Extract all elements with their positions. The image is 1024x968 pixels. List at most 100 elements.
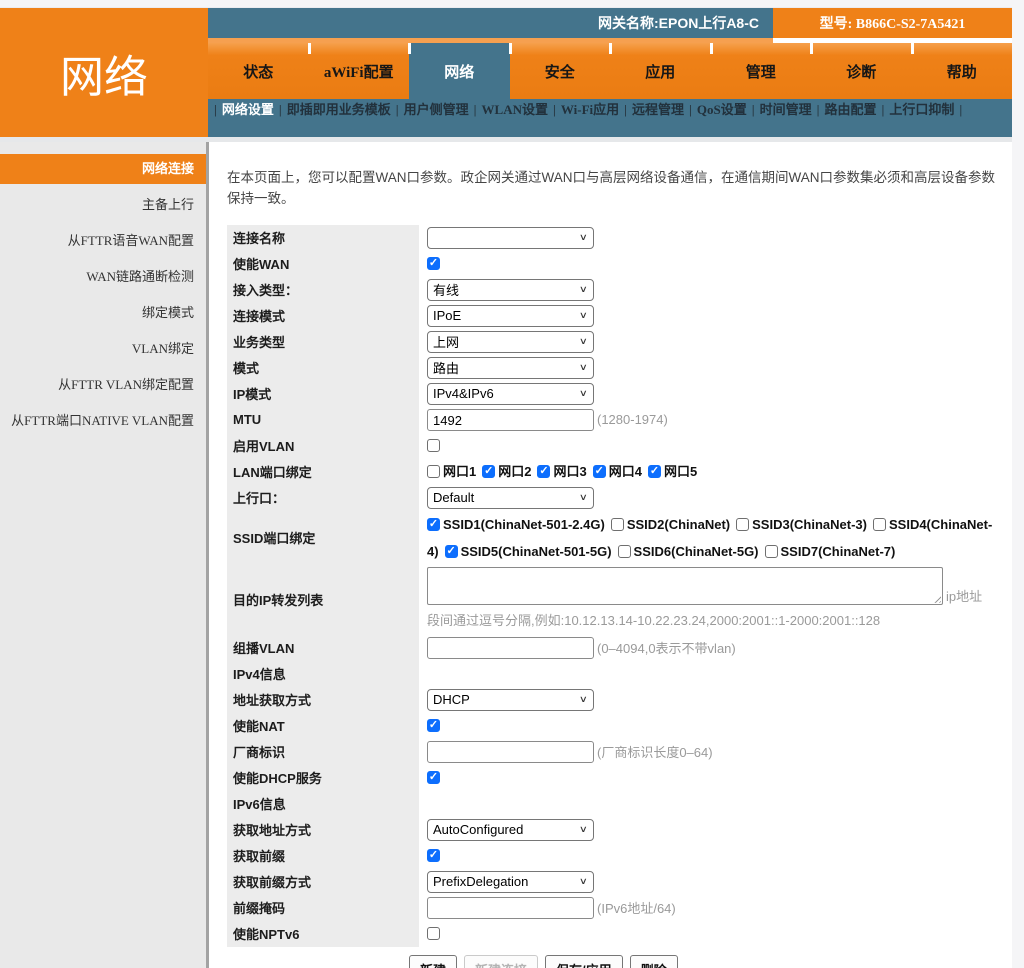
form-label-ipv4-info: IPv4信息 [227, 661, 419, 687]
form-label-ipv6-address-acquisition: 获取地址方式 [227, 817, 419, 843]
checkbox[interactable]: ✓ [482, 465, 495, 478]
form-row-connection-mode: 连接模式IPoE∨ [227, 303, 1012, 329]
sidebar-item-network-connection[interactable]: 网络连接 [0, 154, 206, 184]
prefix-acquisition-mode-select[interactable]: PrefixDelegation∨ [427, 871, 594, 893]
tab-application[interactable]: 应用 [610, 43, 711, 99]
checkbox[interactable] [873, 518, 886, 531]
subnav-item-wlan-settings[interactable]: WLAN设置 [482, 102, 548, 117]
ipv6-address-acquisition-select[interactable]: AutoConfigured∨ [427, 819, 594, 841]
action-bar: 新建新建连接保存/应用删除 [409, 955, 1012, 968]
save-apply-button[interactable]: 保存/应用 [545, 955, 623, 968]
vendor-id-input[interactable] [427, 741, 594, 763]
subnav-item-time-management[interactable]: 时间管理 [760, 102, 812, 117]
select-value: DHCP [433, 692, 470, 707]
prefix-mask-input[interactable] [427, 897, 594, 919]
lan-port-binding-option-3[interactable]: ✓网口3 [537, 464, 586, 479]
ssid-port-binding-option-1[interactable]: ✓SSID1(ChinaNet-501-2.4G) [427, 517, 605, 532]
connection-mode-select[interactable]: IPoE∨ [427, 305, 594, 327]
multicast-vlan-input[interactable] [427, 637, 594, 659]
lan-port-binding-option-4[interactable]: ✓网口4 [593, 464, 642, 479]
select-value: IPoE [433, 308, 461, 323]
checkbox[interactable] [765, 545, 778, 558]
tab-management[interactable]: 管理 [711, 43, 812, 99]
subnav-separator: | [752, 102, 755, 117]
sidebar-item-fttr-port-native-vlan-config[interactable]: 从FTTR端口NATIVE VLAN配置 [0, 406, 206, 436]
tab-network[interactable]: 网络 [409, 43, 510, 99]
option-label: 网口2 [498, 464, 531, 479]
enable-nptv6-checkbox[interactable] [427, 927, 440, 940]
form-label-ip-mode: IP模式 [227, 381, 419, 407]
ssid-port-binding-option-3[interactable]: SSID3(ChinaNet-3) [736, 517, 867, 532]
tab-diagnosis[interactable]: 诊断 [811, 43, 912, 99]
subnav-item-remote-management[interactable]: 远程管理 [632, 102, 684, 117]
sidebar-item-primary-backup-uplink[interactable]: 主备上行 [0, 190, 206, 220]
delete-button[interactable]: 删除 [630, 955, 678, 968]
checkbox[interactable]: ✓ [445, 545, 458, 558]
lan-port-binding-option-2[interactable]: ✓网口2 [482, 464, 531, 479]
checkbox[interactable]: ✓ [648, 465, 661, 478]
form-label-mtu: MTU [227, 407, 419, 433]
form-row-ipv6-info: IPv6信息 [227, 791, 1012, 817]
subnav-item-qos-settings[interactable]: QoS设置 [697, 102, 747, 117]
checkbox[interactable] [618, 545, 631, 558]
sidebar-item-fttr-voice-wan-config[interactable]: 从FTTR语音WAN配置 [0, 226, 206, 256]
ssid-port-binding-option-5[interactable]: ✓SSID5(ChinaNet-501-5G) [445, 544, 612, 559]
form-row-multicast-vlan: 组播VLAN(0–4094,0表示不带vlan) [227, 635, 1012, 661]
tab-status[interactable]: 状态 [208, 43, 309, 99]
subnav-item-network-settings[interactable]: 网络设置 [222, 102, 274, 117]
checkbox[interactable] [611, 518, 624, 531]
tab-bar: 状态aWiFi配置网络安全应用管理诊断帮助 [208, 43, 1012, 99]
enable-nat-checkbox[interactable]: ✓ [427, 719, 440, 732]
sidebar-item-fttr-vlan-binding-config[interactable]: 从FTTR VLAN绑定配置 [0, 370, 206, 400]
page-title: 网络 [0, 8, 208, 137]
acquire-prefix-checkbox[interactable]: ✓ [427, 849, 440, 862]
checkbox[interactable] [427, 465, 440, 478]
form-control-vendor-id: (厂商标识长度0–64) [419, 739, 1012, 765]
form-control-mode: 路由∨ [419, 355, 1012, 381]
subnav-separator: | [959, 102, 962, 117]
new-button[interactable]: 新建 [409, 955, 457, 968]
uplink-port-select[interactable]: Default∨ [427, 487, 594, 509]
multicast-vlan-hint: (0–4094,0表示不带vlan) [597, 638, 736, 657]
address-acquisition-select[interactable]: DHCP∨ [427, 689, 594, 711]
sidebar-item-binding-mode[interactable]: 绑定模式 [0, 298, 206, 328]
ssid-port-binding-option-2[interactable]: SSID2(ChinaNet) [611, 517, 730, 532]
mode-select[interactable]: 路由∨ [427, 357, 594, 379]
enable-vlan-checkbox[interactable] [427, 439, 440, 452]
chevron-down-icon: ∨ [579, 284, 588, 295]
form-row-ip-mode: IP模式 IPv4&IPv6∨ [227, 381, 1012, 407]
tab-security[interactable]: 安全 [510, 43, 611, 99]
subnav-item-plug-and-play-template[interactable]: 即插即用业务模板 [287, 102, 391, 117]
checkbox[interactable]: ✓ [593, 465, 606, 478]
subnav-item-user-side-management[interactable]: 用户侧管理 [404, 102, 469, 117]
tab-awifi-config[interactable]: aWiFi配置 [309, 43, 410, 99]
checkbox[interactable]: ✓ [427, 518, 440, 531]
checkbox[interactable] [736, 518, 749, 531]
form-row-prefix-mask: 前缀掩码(IPv6地址/64) [227, 895, 1012, 921]
form-control-ipv6-info [419, 791, 1012, 817]
connection-name-select[interactable]: ∨ [427, 227, 594, 249]
service-type-select[interactable]: 上网∨ [427, 331, 594, 353]
ip-mode-select[interactable]: IPv4&IPv6∨ [427, 383, 594, 405]
subnav-item-uplink-suppression[interactable]: 上行口抑制 [889, 102, 954, 117]
subnav-item-wifi-app[interactable]: Wi-Fi应用 [561, 102, 619, 117]
checkbox[interactable]: ✓ [537, 465, 550, 478]
enable-dhcp-service-checkbox[interactable]: ✓ [427, 771, 440, 784]
select-value: IPv4&IPv6 [433, 386, 494, 401]
sidebar-item-vlan-binding[interactable]: VLAN绑定 [0, 334, 206, 364]
enable-wan-checkbox[interactable]: ✓ [427, 257, 440, 270]
form-label-access-type: 接入类型： [227, 277, 419, 303]
access-type-select[interactable]: 有线∨ [427, 279, 594, 301]
sidebar-item-wan-link-detection[interactable]: WAN链路通断检测 [0, 262, 206, 292]
ssid-port-binding-option-6[interactable]: SSID6(ChinaNet-5G) [618, 544, 759, 559]
lan-port-binding-option-1[interactable]: 网口1 [427, 464, 476, 479]
tab-help[interactable]: 帮助 [912, 43, 1013, 99]
ssid-port-binding-option-7[interactable]: SSID7(ChinaNet-7) [765, 544, 896, 559]
header-right: 网关名称:EPON上行A8-C 型号: B866C-S2-7A5421 状态aW… [208, 8, 1012, 137]
option-label: 网口5 [664, 464, 697, 479]
form-label-connection-name: 连接名称 [227, 225, 419, 251]
dest-ip-forward-list-textarea[interactable] [427, 567, 943, 605]
mtu-input[interactable]: 1492 [427, 409, 594, 431]
lan-port-binding-option-5[interactable]: ✓网口5 [648, 464, 697, 479]
subnav-item-route-config[interactable]: 路由配置 [825, 102, 877, 117]
